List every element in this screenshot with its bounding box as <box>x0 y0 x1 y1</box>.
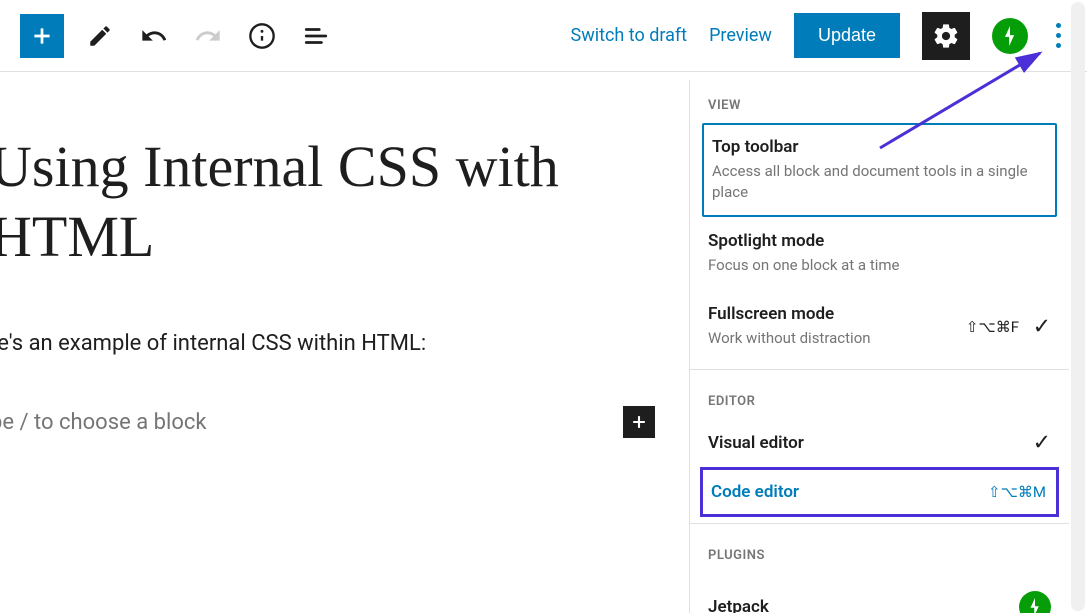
editor-section-label: EDITOR <box>690 376 1069 419</box>
block-placeholder-row: pe / to choose a block <box>0 406 655 438</box>
undo-icon[interactable] <box>136 18 172 54</box>
more-options-button[interactable] <box>1050 17 1067 54</box>
check-icon: ✓ <box>1033 431 1051 456</box>
block-placeholder[interactable]: pe / to choose a block <box>0 410 207 435</box>
toolbar-left-group <box>20 14 334 58</box>
spotlight-title: Spotlight mode <box>708 231 1051 251</box>
post-title[interactable]: Using Internal CSS with HTML <box>0 132 630 271</box>
preview-link[interactable]: Preview <box>709 25 772 46</box>
visual-editor-title: Visual editor <box>708 433 1051 453</box>
code-editor-option[interactable]: Code editor ⇧⌥⌘M <box>700 467 1059 517</box>
scrollbar[interactable] <box>1071 2 1085 611</box>
fullscreen-option[interactable]: Fullscreen mode Work without distraction… <box>690 290 1069 363</box>
editor-toolbar: Switch to draft Preview Update <box>0 0 1087 72</box>
options-dropdown: VIEW Top toolbar Access all block and do… <box>689 80 1069 613</box>
info-icon[interactable] <box>244 18 280 54</box>
top-toolbar-option[interactable]: Top toolbar Access all block and documen… <box>702 123 1057 217</box>
settings-button[interactable] <box>922 12 970 60</box>
visual-editor-option[interactable]: Visual editor ✓ <box>690 419 1069 467</box>
edit-icon[interactable] <box>82 18 118 54</box>
jetpack-label: Jetpack <box>708 597 769 613</box>
divider <box>690 369 1069 370</box>
jetpack-button[interactable] <box>992 18 1028 54</box>
switch-to-draft-link[interactable]: Switch to draft <box>571 25 688 46</box>
spotlight-desc: Focus on one block at a time <box>708 255 1051 276</box>
add-block-button[interactable] <box>20 14 64 58</box>
update-button[interactable]: Update <box>794 13 900 58</box>
spotlight-option[interactable]: Spotlight mode Focus on one block at a t… <box>690 217 1069 290</box>
fullscreen-shortcut: ⇧⌥⌘F <box>966 318 1019 336</box>
view-section-label: VIEW <box>690 80 1069 123</box>
divider <box>690 523 1069 524</box>
toolbar-right-group: Switch to draft Preview Update <box>571 12 1068 60</box>
code-editor-shortcut: ⇧⌥⌘M <box>988 483 1046 501</box>
top-toolbar-desc: Access all block and document tools in a… <box>712 161 1047 203</box>
plugins-section-label: PLUGINS <box>690 530 1069 573</box>
redo-icon <box>190 18 226 54</box>
list-view-icon[interactable] <box>298 18 334 54</box>
jetpack-option[interactable]: Jetpack <box>690 573 1069 613</box>
jetpack-icon <box>1019 591 1051 613</box>
check-icon: ✓ <box>1033 314 1051 339</box>
top-toolbar-title: Top toolbar <box>712 137 1047 157</box>
inline-add-block-button[interactable] <box>623 406 655 438</box>
